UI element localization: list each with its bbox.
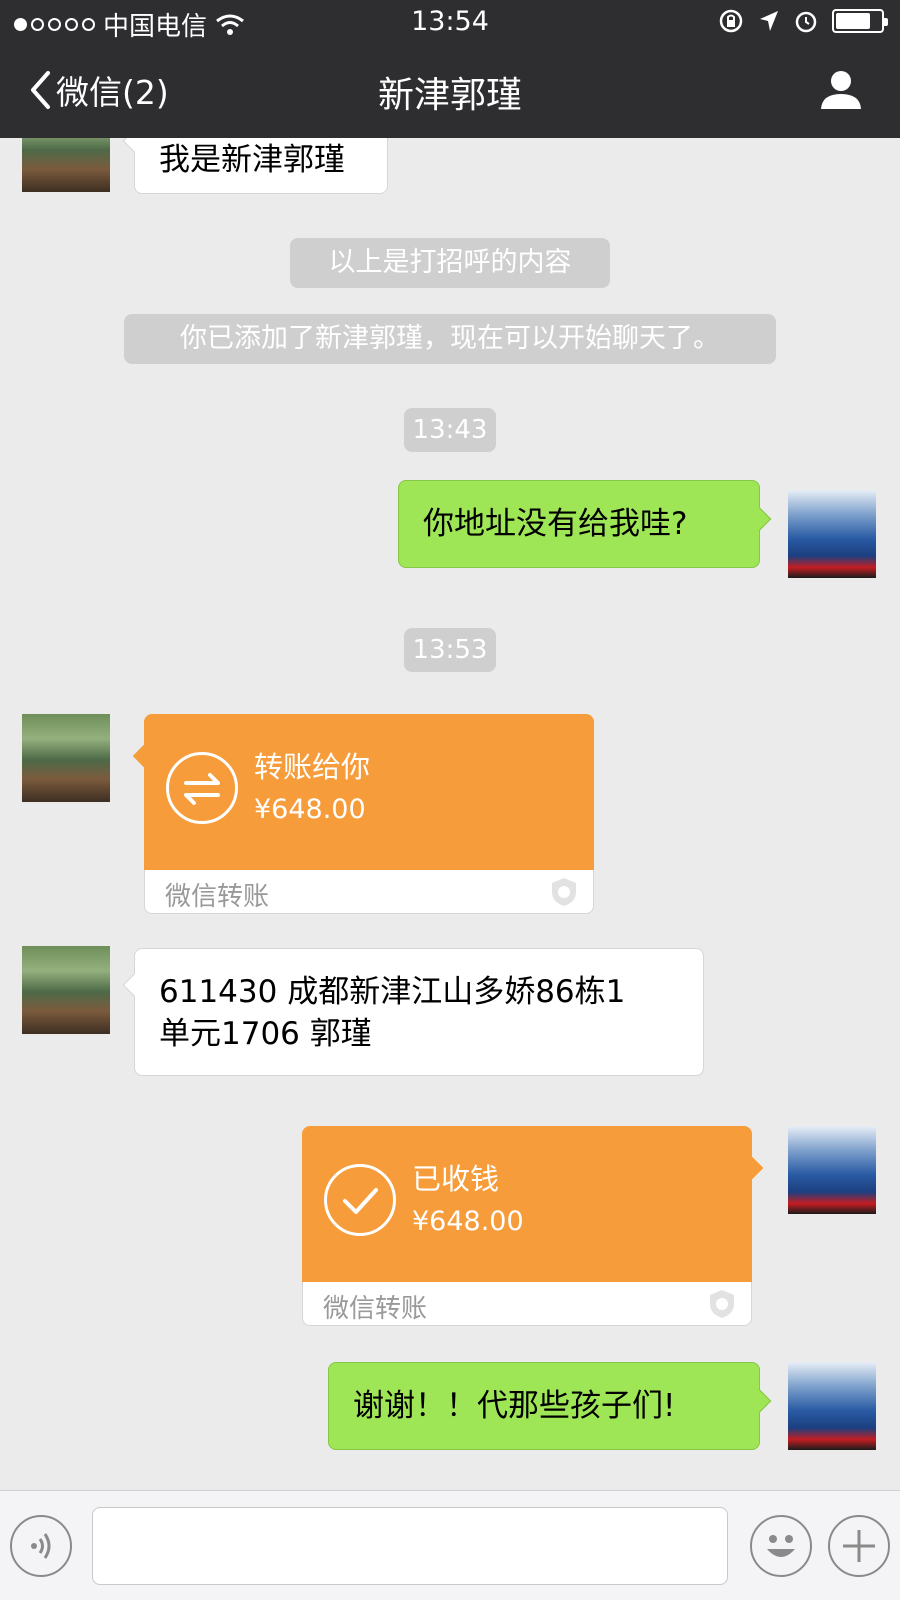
friend-avatar[interactable] — [22, 714, 110, 802]
friend-avatar[interactable] — [22, 138, 110, 192]
voice-icon — [31, 1533, 51, 1559]
chat-title: 新津郭瑾 — [377, 75, 522, 116]
input-bar — [0, 1490, 900, 1600]
transfer-footer: 微信转账 — [165, 882, 270, 912]
system-notice: 以上是打招呼的内容 — [290, 238, 610, 288]
transfer-card[interactable]: 转账给你 ¥648.00 微信转账 — [132, 714, 594, 914]
user-icon — [821, 71, 861, 109]
alarm-icon — [795, 11, 817, 33]
message-input[interactable] — [92, 1507, 728, 1585]
transfer-icon — [166, 752, 238, 824]
shield-icon — [552, 878, 576, 906]
voice-button[interactable] — [10, 1515, 72, 1577]
top-bar: 中国电信 13:54 微信(2) 新津郭瑾 — [0, 0, 900, 138]
transfer-title: 已收钱 — [412, 1162, 500, 1196]
system-notice: 你已添加了新津郭瑾，现在可以开始聊天了。 — [124, 314, 776, 364]
transfer-title: 转账给你 — [254, 750, 371, 784]
status-bar: 中国电信 13:54 — [0, 0, 900, 44]
transfer-amount: ¥648.00 — [254, 794, 366, 825]
nav-bar: 微信(2) 新津郭瑾 — [0, 44, 900, 138]
message-bubble[interactable]: 611430 成都新津江山多娇86栋1 单元1706 郭瑾 — [122, 948, 704, 1076]
battery-icon — [832, 9, 888, 33]
message-text: 谢谢！！代那些孩子们! — [353, 1388, 676, 1424]
transfer-card[interactable]: 已收钱 ¥648.00 微信转账 — [302, 1126, 764, 1326]
message-bubble[interactable]: 我是新津郭瑾 — [122, 138, 388, 194]
chat-area[interactable]: 我是新津郭瑾 以上是打招呼的内容 你已添加了新津郭瑾，现在可以开始聊天了。 13… — [0, 138, 900, 1490]
message-text: 单元1706 郭瑾 — [159, 1016, 372, 1052]
check-icon — [324, 1164, 396, 1236]
transfer-footer: 微信转账 — [323, 1294, 428, 1324]
transfer-amount: ¥648.00 — [412, 1206, 524, 1237]
rotation-lock-icon — [719, 9, 743, 33]
message-bubble[interactable]: 谢谢！！代那些孩子们! — [328, 1362, 772, 1450]
plus-icon — [843, 1530, 875, 1562]
my-avatar[interactable] — [788, 490, 876, 578]
message-text: 你地址没有给我哇? — [423, 506, 688, 542]
friend-avatar[interactable] — [22, 946, 110, 1034]
profile-button[interactable] — [820, 68, 862, 114]
emoji-button[interactable] — [750, 1515, 812, 1577]
location-icon — [760, 11, 778, 31]
my-avatar[interactable] — [788, 1126, 876, 1214]
timestamp: 13:43 — [404, 408, 496, 452]
message-text: 我是新津郭瑾 — [159, 142, 345, 178]
timestamp: 13:53 — [404, 628, 496, 672]
shield-icon — [710, 1290, 734, 1318]
message-text: 611430 成都新津江山多娇86栋1 — [159, 974, 626, 1010]
more-button[interactable] — [828, 1515, 890, 1577]
my-avatar[interactable] — [788, 1362, 876, 1450]
message-bubble[interactable]: 你地址没有给我哇? — [398, 480, 772, 568]
smiley-icon — [767, 1535, 795, 1557]
